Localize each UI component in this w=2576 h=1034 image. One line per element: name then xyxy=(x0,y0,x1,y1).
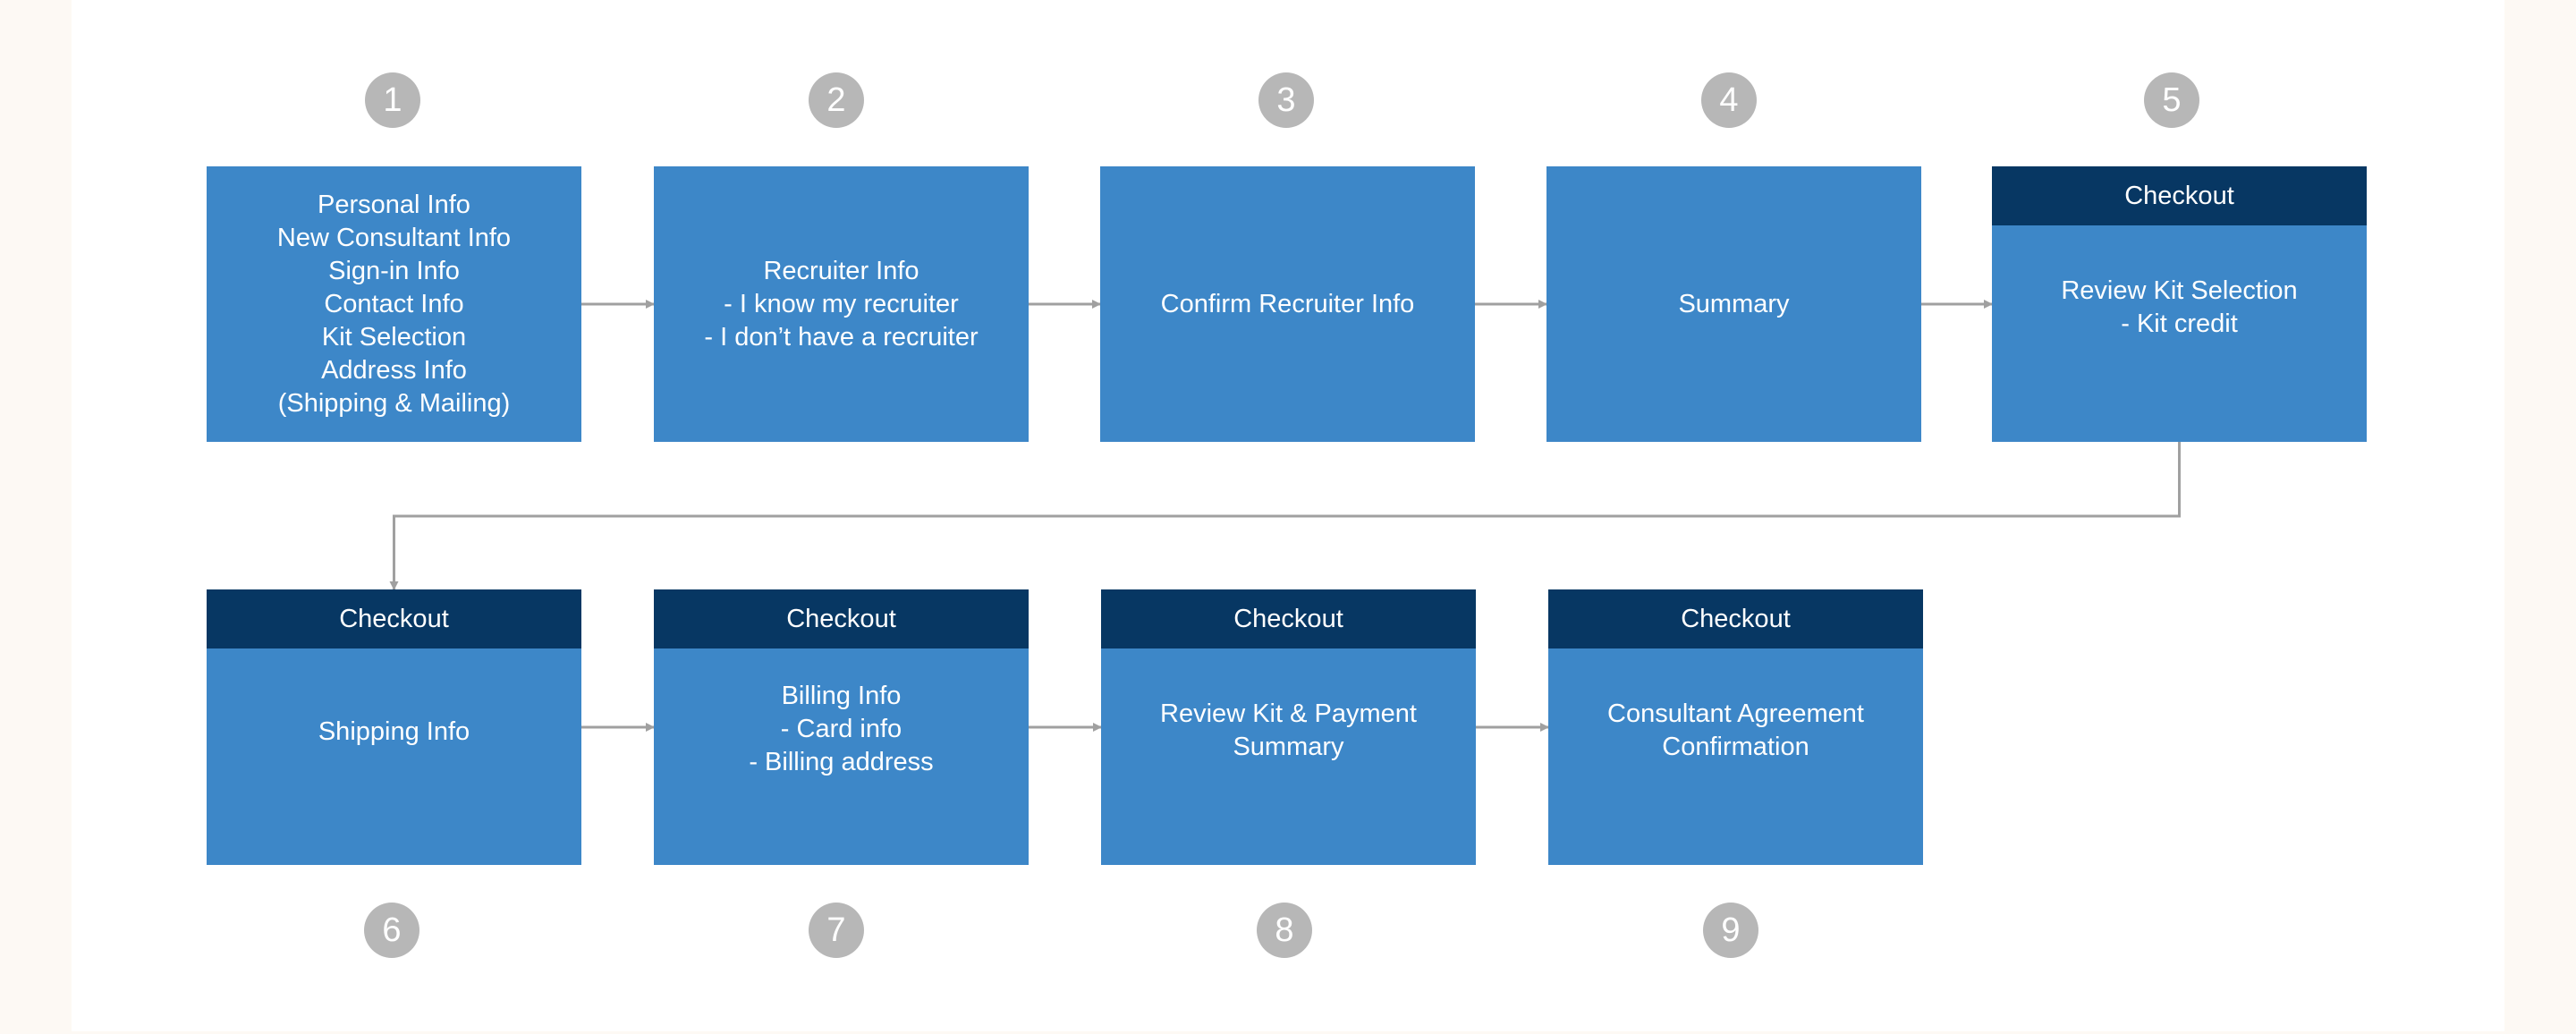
step-line: Review Kit Selection xyxy=(2061,276,2298,305)
step-line: - I don’t have a recruiter xyxy=(704,322,979,352)
checkout-header: Checkout xyxy=(1101,589,1476,648)
arrow-5-to-6 xyxy=(389,442,2181,590)
step-content: Review Kit & Payment Summary xyxy=(1101,648,1476,865)
step-box-2: Recruiter Info - I know my recruiter - I d… xyxy=(654,166,1029,442)
step-box-5: Checkout Review Kit Selection - Kit credit xyxy=(1992,166,2367,442)
step-line: Billing Info xyxy=(781,682,902,710)
step-box-8: Checkout Review Kit & Payment Summary xyxy=(1101,589,1476,865)
step-line: Contact Info xyxy=(324,289,464,318)
step-content: Summary xyxy=(1546,166,1921,442)
connectors xyxy=(389,300,2181,732)
step-number-badge: 9 xyxy=(1703,903,1758,958)
step-box-6: Checkout Shipping Info xyxy=(207,589,581,865)
step-content: Recruiter Info - I know my recruiter - I d… xyxy=(654,166,1029,442)
step-box-4: Summary xyxy=(1546,166,1921,442)
step-line: Personal Info xyxy=(318,190,470,219)
step-line: Review Kit & Payment xyxy=(1160,699,1417,728)
checkout-header: Checkout xyxy=(207,589,581,648)
step-line: - I know my recruiter xyxy=(724,289,959,318)
step-line: - Billing address xyxy=(749,748,934,776)
step-line: Address Info xyxy=(321,355,467,385)
step-number-badge: 8 xyxy=(1257,903,1312,958)
step-box-7: Checkout Billing Info - Card info - Billing… xyxy=(654,589,1029,865)
step-content: Personal Info New Consultant Info Sign-in … xyxy=(207,166,581,442)
step-line: Confirm Recruiter Info xyxy=(1160,289,1415,318)
step-number-badge: 2 xyxy=(809,72,864,128)
step-box-3: Confirm Recruiter Info xyxy=(1100,166,1475,442)
step-content: Consultant Agreement Confirmation xyxy=(1548,648,1923,865)
step-number-badge: 3 xyxy=(1258,72,1314,128)
step-line: New Consultant Info xyxy=(276,223,512,252)
step-content: Billing Info - Card info - Billing address xyxy=(654,648,1029,865)
step-number-badge: 7 xyxy=(809,903,864,958)
step-line: (Shipping & Mailing) xyxy=(277,388,511,418)
step-content: Shipping Info xyxy=(207,648,581,865)
step-number-badge: 5 xyxy=(2144,72,2199,128)
checkout-header: Checkout xyxy=(1992,166,2367,225)
checkout-header: Checkout xyxy=(1548,589,1923,648)
step-line: Confirmation xyxy=(1662,733,1809,761)
step-line: Shipping Info xyxy=(318,717,470,746)
step-box-9: Checkout Consultant Agreement Confirmation xyxy=(1548,589,1923,865)
step-line: - Card info xyxy=(780,715,902,743)
step-number-badge: 4 xyxy=(1701,72,1757,128)
step-line: Sign-in Info xyxy=(328,256,460,285)
step-content: Confirm Recruiter Info xyxy=(1100,166,1475,442)
step-line: Kit Selection xyxy=(321,322,467,352)
step-line: Consultant Agreement xyxy=(1607,699,1864,728)
step-content: Review Kit Selection - Kit credit xyxy=(1992,225,2367,442)
step-number-badge: 6 xyxy=(364,903,419,958)
step-line: Summary xyxy=(1233,733,1344,761)
checkout-header: Checkout xyxy=(654,589,1029,648)
step-box-1: Personal Info New Consultant Info Sign-in … xyxy=(207,166,581,442)
step-line: - Kit credit xyxy=(2121,309,2238,338)
step-line: Summary xyxy=(1678,289,1790,318)
step-line: Recruiter Info xyxy=(763,256,919,285)
step-number-badge: 1 xyxy=(365,72,420,128)
